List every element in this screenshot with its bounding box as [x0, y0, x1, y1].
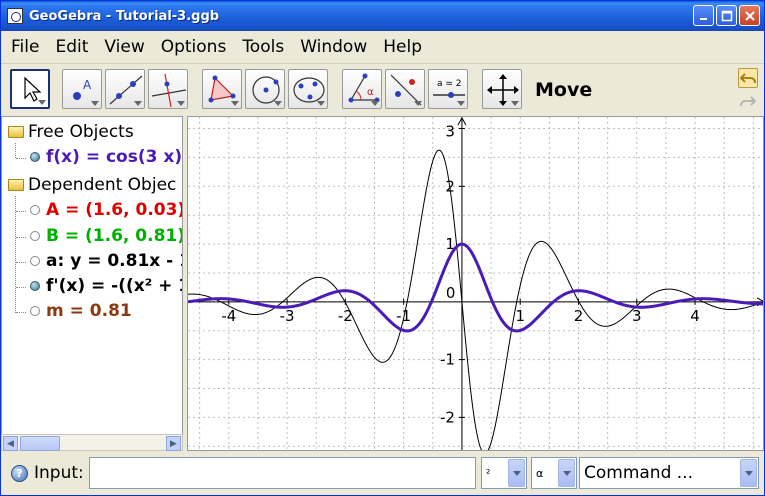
free-objects-folder[interactable]: Free Objects: [8, 122, 134, 142]
window-title: GeoGebra - Tutorial-3.ggb: [29, 8, 220, 24]
y-tick-label: -2: [440, 408, 455, 426]
scroll-thumb[interactable]: [20, 436, 60, 451]
chevron-down-icon[interactable]: [558, 459, 575, 487]
menu-window[interactable]: Window: [292, 37, 375, 57]
dependent-objects-header: Dependent Objec: [28, 175, 177, 195]
algebra-item-fprime[interactable]: f'(x) = -((x² + 1: [30, 276, 183, 296]
geogebra-app-icon: [7, 8, 23, 24]
maximize-button[interactable]: [716, 5, 737, 26]
geogebra-window: GeoGebra - Tutorial-3.ggb File Edit View…: [0, 0, 765, 496]
menu-file[interactable]: File: [3, 37, 47, 57]
line-tool-button[interactable]: [105, 69, 145, 109]
menu-view[interactable]: View: [96, 37, 152, 57]
object-definition: a: y = 0.81x - 1: [46, 251, 183, 271]
move-view-tool-button[interactable]: [482, 69, 522, 109]
algebra-item-B[interactable]: B = (1.6, 0.81): [30, 226, 183, 246]
circle-tool-button[interactable]: [245, 69, 285, 109]
free-objects-header: Free Objects: [28, 122, 134, 142]
visibility-toggle-icon[interactable]: [30, 205, 40, 215]
folder-icon: [8, 179, 24, 191]
object-definition: f'(x) = -((x² + 1: [46, 276, 183, 296]
input-bar: ? Input: ² α Command ...: [1, 452, 764, 495]
graphics-view[interactable]: -4 -3 -2 -1 0 1 2 3 4 3 2 1 -1 -2: [187, 116, 764, 451]
chevron-down-icon[interactable]: [508, 459, 525, 487]
x-tick-label: 1: [515, 307, 525, 325]
algebra-item-f[interactable]: f(x) = cos(3 x): [30, 147, 182, 167]
folder-icon: [8, 126, 24, 138]
visibility-toggle-icon[interactable]: [30, 306, 40, 316]
help-icon[interactable]: ?: [11, 465, 28, 482]
visibility-toggle-icon[interactable]: [30, 281, 40, 291]
algebra-item-a[interactable]: a: y = 0.81x - 1: [30, 251, 183, 271]
title-bar[interactable]: GeoGebra - Tutorial-3.ggb: [1, 1, 764, 31]
input-field[interactable]: [89, 457, 476, 489]
undo-button[interactable]: [738, 68, 758, 88]
greek-combo[interactable]: α: [531, 457, 577, 489]
visibility-toggle-icon[interactable]: [30, 256, 40, 266]
current-mode-label: Move: [535, 79, 593, 101]
visibility-toggle-icon[interactable]: [30, 152, 40, 162]
x-tick-label: 4: [690, 307, 700, 325]
close-icon: [744, 10, 755, 21]
move-tool-button[interactable]: [10, 69, 50, 109]
close-button[interactable]: [739, 5, 760, 26]
maximize-icon: [721, 10, 732, 21]
menu-tools[interactable]: Tools: [234, 37, 292, 57]
axis-origin-label: 0: [446, 284, 456, 302]
x-tick-label: -2: [338, 307, 353, 325]
window-controls: [693, 5, 760, 26]
undo-icon: [740, 73, 756, 84]
command-combo-value: Command ...: [584, 463, 693, 483]
greek-combo-value: α: [536, 467, 544, 480]
redo-icon: [740, 96, 756, 107]
slider-tool-button[interactable]: a = 2: [428, 69, 468, 109]
x-tick-label: -4: [221, 307, 236, 325]
conic-tool-button[interactable]: [288, 69, 328, 109]
scroll-right-button[interactable]: ▶: [166, 436, 181, 451]
menu-edit[interactable]: Edit: [47, 37, 96, 57]
algebra-view: Free Objects f(x) = cos(3 x) Dependent O…: [1, 116, 183, 451]
svg-text:α: α: [367, 87, 374, 98]
angle-tool-button[interactable]: α: [342, 69, 382, 109]
polygon-tool-button[interactable]: [202, 69, 242, 109]
algebra-item-m[interactable]: m = 0.81: [30, 301, 132, 321]
x-tick-label: 2: [574, 307, 584, 325]
object-definition: B = (1.6, 0.81): [46, 226, 183, 246]
algebra-item-A[interactable]: A = (1.6, 0.03): [30, 200, 183, 220]
object-definition: f(x) = cos(3 x): [46, 147, 183, 167]
menu-options[interactable]: Options: [153, 37, 235, 57]
svg-text:A: A: [83, 78, 92, 92]
object-definition: A = (1.6, 0.03): [46, 200, 183, 220]
perpendicular-line-tool-button[interactable]: [148, 69, 188, 109]
scroll-left-button[interactable]: ◀: [3, 436, 18, 451]
redo-button[interactable]: [738, 91, 758, 111]
y-tick-label: 3: [445, 123, 455, 141]
reflect-tool-button[interactable]: [385, 69, 425, 109]
graphics-canvas[interactable]: -4 -3 -2 -101 2 3 4321-1-2: [188, 117, 764, 451]
x-tick-label: -3: [280, 307, 295, 325]
chevron-down-icon[interactable]: [740, 459, 757, 487]
dependent-objects-folder[interactable]: Dependent Objec: [8, 175, 176, 195]
toolbar: A α a = 2 Move: [1, 63, 764, 115]
exponent-combo[interactable]: ²: [481, 457, 527, 489]
menu-bar: File Edit View Options Tools Window Help: [1, 32, 764, 62]
exponent-combo-value: ²: [486, 467, 491, 480]
visibility-toggle-icon[interactable]: [30, 231, 40, 241]
algebra-horizontal-scrollbar[interactable]: ◀ ▶: [1, 434, 183, 451]
minimize-button[interactable]: [693, 5, 714, 26]
menu-help[interactable]: Help: [375, 37, 430, 57]
function-curve: [188, 242, 763, 333]
minimize-icon: [699, 17, 707, 20]
command-combo[interactable]: Command ...: [579, 457, 759, 489]
y-tick-label: -1: [440, 351, 455, 369]
svg-text:a = 2: a = 2: [437, 79, 462, 89]
object-definition: m = 0.81: [46, 301, 132, 321]
input-label: Input:: [34, 463, 84, 483]
x-tick-label: -1: [396, 307, 411, 325]
new-point-tool-button[interactable]: A: [62, 69, 102, 109]
